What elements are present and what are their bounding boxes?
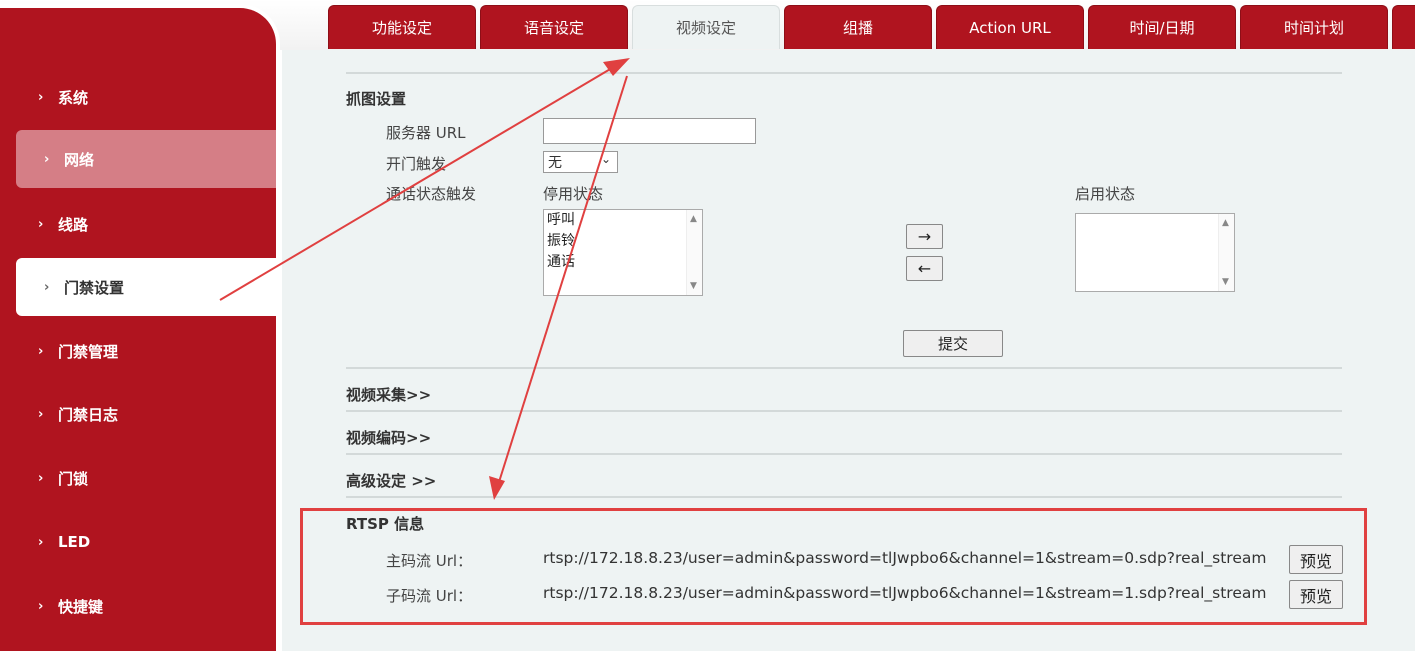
annotation-arrow-line [219,67,613,301]
annotation-arrowhead [603,58,630,76]
annotation-arrow-line [498,75,628,483]
annotation-arrowhead [489,476,505,500]
annotation-arrows [219,58,630,500]
